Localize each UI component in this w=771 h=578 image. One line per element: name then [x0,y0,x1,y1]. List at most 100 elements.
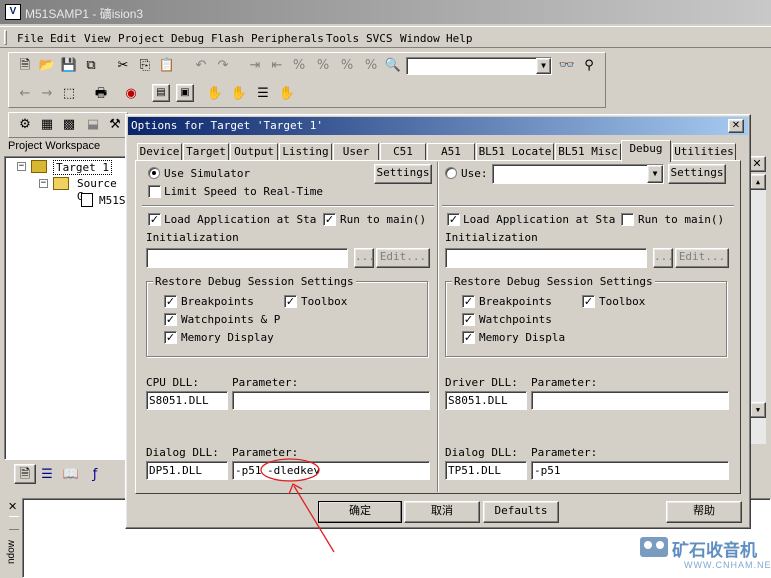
menu-view[interactable]: View [84,32,111,45]
driver-dll-input[interactable]: S8051.DLL [445,391,527,410]
tab-output[interactable]: Output [230,143,278,161]
tab-listing[interactable]: Listing [279,143,332,161]
menu-project[interactable]: Project [118,32,164,45]
left-settings-button[interactable]: Settings [374,164,432,184]
dialog-close-icon[interactable]: ✕ [728,119,744,133]
menu-tools[interactable]: Tools [326,32,359,45]
open-folder-icon[interactable]: 📂 [38,56,56,74]
goto-icon[interactable]: ⬚ [60,84,78,102]
tab-debug[interactable]: Debug [621,140,671,162]
books-tab-icon[interactable]: 📖 [62,465,80,483]
download-icon[interactable]: ⚒ [106,115,124,133]
right-watchpoints-checkbox[interactable]: ✓ [462,313,475,326]
workspace-toggle-icon[interactable]: ▤ [152,84,170,102]
left-toolbox-checkbox[interactable]: ✓ [284,295,297,308]
hand-stop-icon[interactable]: ✋ [278,84,296,102]
bookmark-icon[interactable]: % [290,56,308,74]
left-edit-button[interactable]: Edit... [376,248,430,268]
menu-peripherals[interactable]: Peripherals [251,32,324,45]
tab-device[interactable]: Device [137,143,182,161]
tab-bl51-misc[interactable]: BL51 Misc [555,143,621,161]
tree-expander-source[interactable]: − [39,179,48,188]
cpu-dll-input[interactable]: S8051.DLL [146,391,228,410]
left-browse-button[interactable]: ... [354,248,375,268]
menu-flash[interactable]: Flash [211,32,244,45]
menu-svcs[interactable]: SVCS [366,32,393,45]
defaults-button[interactable]: Defaults [483,501,559,523]
left-memory-checkbox[interactable]: ✓ [164,331,177,344]
regs-tab-icon[interactable]: ☰ [38,465,56,483]
bookmark-prev-icon[interactable]: % [314,56,332,74]
ok-button[interactable]: 确定 [318,501,402,523]
new-file-icon[interactable]: 🗎 [16,56,34,74]
right-browse-button[interactable]: ... [653,248,674,268]
cut-icon[interactable]: ✂ [114,56,132,74]
bookmark-next-icon[interactable]: % [338,56,356,74]
scroll-down-icon[interactable]: ▼ [750,402,766,418]
editor-scrollbar[interactable]: ▲ ▼ [750,174,766,444]
paste-icon[interactable]: 📋 [158,56,176,74]
left-init-input[interactable] [146,248,348,268]
back-icon[interactable]: ← [16,84,34,102]
menu-file[interactable]: File [17,32,44,45]
print-icon[interactable]: 🖶 [92,84,110,102]
right-init-input[interactable] [445,248,647,268]
find-combo-dropdown[interactable]: ▼ [536,58,551,74]
tab-utilities[interactable]: Utilities [672,143,736,161]
tab-c51[interactable]: C51 [380,143,426,161]
use-target-radio[interactable] [445,167,457,179]
translate-icon[interactable]: ⚙ [16,115,34,133]
limit-speed-checkbox[interactable] [148,185,161,198]
use-simulator-radio[interactable] [148,167,160,179]
unindent-icon[interactable]: ⇤ [268,56,286,74]
stop-build-icon[interactable]: ⬓ [84,115,102,133]
right-breakpoints-checkbox[interactable]: ✓ [462,295,475,308]
left-run-main-checkbox[interactable]: ✓ [323,213,336,226]
bookmark-clear-icon[interactable]: % [362,56,380,74]
tab-target[interactable]: Target [183,143,229,161]
build-icon[interactable]: ▦ [38,115,56,133]
left-breakpoints-checkbox[interactable]: ✓ [164,295,177,308]
tab-bl51-locate[interactable]: BL51 Locate [476,143,554,161]
scroll-up-icon[interactable]: ▲ [750,174,766,190]
files-tab-icon[interactable]: 🗎 [14,464,36,484]
indent-icon[interactable]: ⇥ [246,56,264,74]
output-close-icon[interactable]: ✕ [8,500,17,513]
find-combo[interactable]: ▼ [406,57,552,75]
functions-tab-icon[interactable]: ƒ [86,465,104,483]
right-load-app-checkbox[interactable]: ✓ [447,213,460,226]
menu-edit[interactable]: Edit [50,32,77,45]
find-replace-icon[interactable]: ⚲ [580,56,598,74]
rebuild-icon[interactable]: ▩ [60,115,78,133]
tree-item-file[interactable]: M51S [99,194,126,207]
left-dialog-param-input[interactable]: -p51 -dledkey [232,461,430,480]
left-watchpoints-checkbox[interactable]: ✓ [164,313,177,326]
cancel-button[interactable]: 取消 [404,501,480,523]
menu-help[interactable]: Help [446,32,473,45]
use-target-combo[interactable]: ▼ [492,164,664,184]
undo-icon[interactable]: ↶ [192,56,210,74]
right-edit-button[interactable]: Edit... [675,248,729,268]
tab-user[interactable]: User [333,143,379,161]
tab-a51[interactable]: A51 [427,143,475,161]
save-icon[interactable]: 💾 [60,56,78,74]
binoculars-icon[interactable]: 👓 [558,56,576,74]
right-toolbox-checkbox[interactable]: ✓ [582,295,595,308]
output-toggle-icon[interactable]: ▣ [176,84,194,102]
tree-expander-target[interactable]: − [17,162,26,171]
save-all-icon[interactable]: ⧉ [82,56,100,74]
hand-icon[interactable]: ✋ [206,84,224,102]
right-dialog-param-input[interactable]: -p51 [531,461,729,480]
menu-window[interactable]: Window [400,32,440,45]
right-dialog-dll-input[interactable]: TP51.DLL [445,461,527,480]
help-button[interactable]: 帮助 [666,501,742,523]
debug-search-icon[interactable]: ◉ [122,84,140,102]
left-load-app-checkbox[interactable]: ✓ [148,213,161,226]
find-in-files-icon[interactable]: 🔍 [384,56,402,74]
driver-param-input[interactable] [531,391,729,410]
hand-list-icon[interactable]: ☰ [254,84,272,102]
right-memory-checkbox[interactable]: ✓ [462,331,475,344]
tree-item-target[interactable]: Target 1 [53,160,112,175]
left-dialog-dll-input[interactable]: DP51.DLL [146,461,228,480]
use-target-dropdown-icon[interactable]: ▼ [647,165,663,183]
